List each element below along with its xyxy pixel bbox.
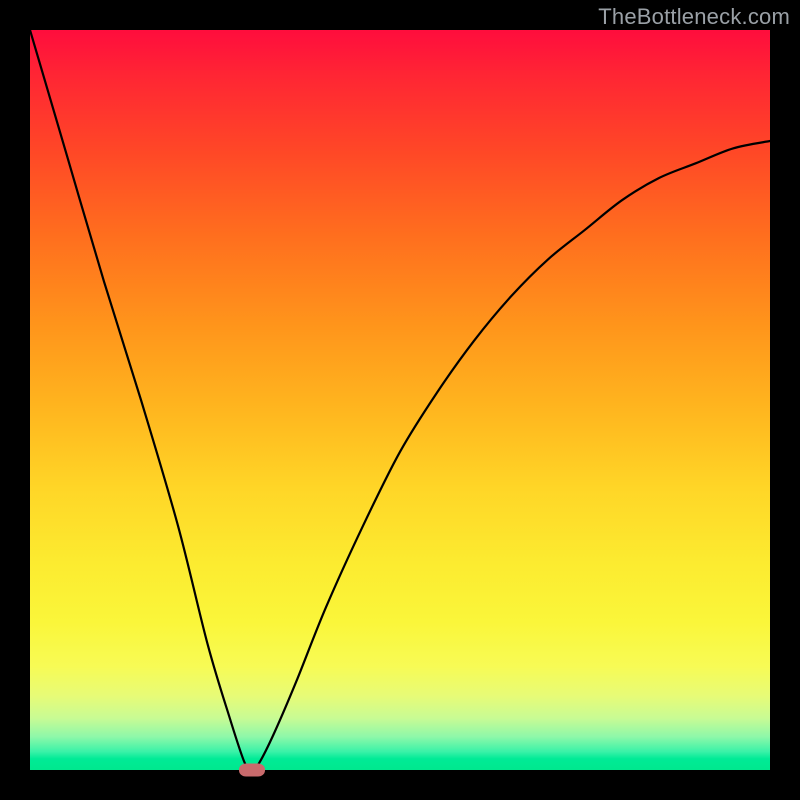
bottleneck-curve: [30, 30, 770, 770]
optimal-marker: [239, 764, 265, 777]
plot-area: [30, 30, 770, 770]
attribution-label: TheBottleneck.com: [598, 4, 790, 30]
chart-frame: TheBottleneck.com: [0, 0, 800, 800]
